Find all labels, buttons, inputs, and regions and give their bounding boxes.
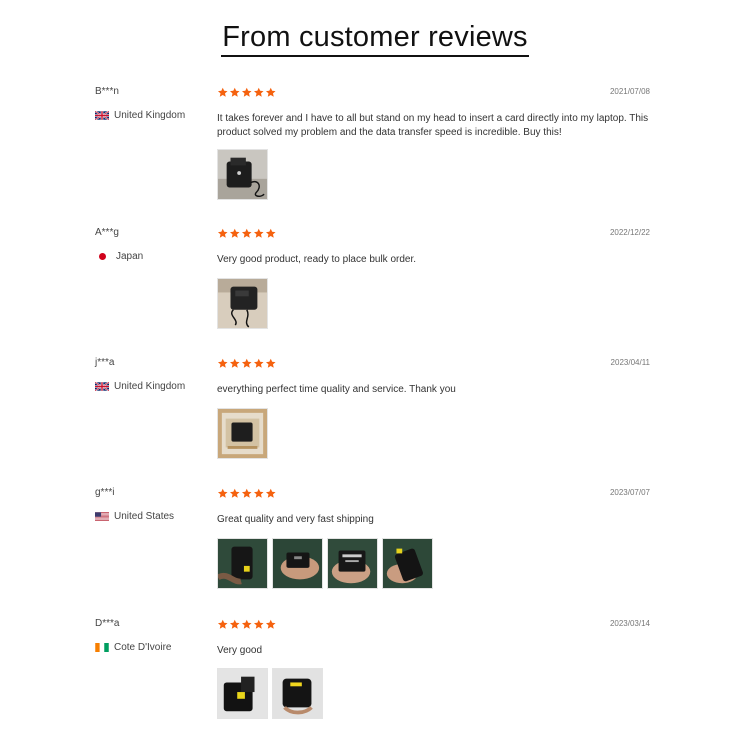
country-label: United States	[114, 511, 175, 522]
star-icon	[229, 488, 240, 498]
review-photo[interactable]	[217, 278, 268, 329]
review-date: 2023/04/11	[610, 358, 650, 367]
review-date: 2021/07/08	[609, 87, 650, 96]
star-icon	[229, 87, 240, 97]
reviewer-country: United Kingdom	[95, 110, 185, 121]
japan-flag-icon	[95, 252, 109, 261]
country-label: Cote D'Ivoire	[114, 642, 172, 653]
review-photo[interactable]	[217, 538, 268, 589]
star-rating	[217, 228, 277, 239]
review-photos	[217, 149, 272, 200]
review-photo[interactable]	[217, 149, 268, 200]
star-icon	[241, 87, 252, 97]
country-label: United Kingdom	[114, 381, 186, 392]
star-icon	[241, 619, 252, 629]
ivory-coast-flag-icon	[95, 643, 109, 652]
us-flag-icon	[95, 512, 109, 521]
star-icon	[241, 358, 252, 368]
page-title: From customer reviews	[221, 20, 529, 57]
star-rating	[217, 87, 277, 98]
review-photo[interactable]	[217, 668, 268, 719]
review-photo[interactable]	[217, 408, 268, 459]
star-icon	[265, 619, 276, 629]
star-icon	[217, 488, 228, 498]
reviewer-country: Japan	[95, 251, 143, 262]
star-icon	[241, 228, 252, 238]
review-photo[interactable]	[327, 538, 378, 589]
review-photos	[217, 668, 327, 719]
page-title-wrap: From customer reviews	[0, 20, 750, 57]
review-photo[interactable]	[272, 538, 323, 589]
star-icon	[217, 87, 228, 97]
reviewer-name: B***n	[95, 86, 119, 97]
star-icon	[217, 358, 228, 368]
star-icon	[229, 358, 240, 368]
star-icon	[265, 87, 276, 97]
review-text: everything perfect time quality and serv…	[217, 384, 456, 395]
review-text: Great quality and very fast shipping	[217, 514, 374, 525]
reviewer-name: D***a	[95, 618, 120, 629]
reviewer-country: Cote D'Ivoire	[95, 642, 172, 653]
star-icon	[217, 228, 228, 238]
star-icon	[253, 358, 264, 368]
review-date: 2022/12/22	[609, 228, 650, 237]
star-icon	[265, 228, 276, 238]
star-icon	[217, 619, 228, 629]
star-icon	[241, 488, 252, 498]
reviewer-country: United States	[95, 511, 174, 522]
star-icon	[253, 87, 264, 97]
reviewer-name: A***g	[95, 227, 119, 238]
star-icon	[253, 228, 264, 238]
star-rating	[217, 619, 277, 630]
country-label: United Kingdom	[114, 110, 186, 121]
country-label: Japan	[116, 251, 144, 262]
reviewer-name: j***a	[95, 357, 115, 368]
star-icon	[229, 619, 240, 629]
star-icon	[253, 488, 264, 498]
review-text: It takes forever and I have to all but s…	[217, 113, 649, 138]
star-rating	[217, 488, 277, 499]
reviewer-name: g***i	[95, 487, 115, 498]
review-date: 2023/07/07	[609, 488, 650, 497]
review-text: Very good	[217, 645, 263, 656]
star-icon	[265, 488, 276, 498]
review-photo[interactable]	[272, 668, 323, 719]
review-photo[interactable]	[382, 538, 433, 589]
uk-flag-icon	[95, 382, 109, 391]
star-icon	[265, 358, 276, 368]
reviewer-country: United Kingdom	[95, 381, 185, 392]
star-icon	[253, 619, 264, 629]
review-photos	[217, 408, 272, 459]
uk-flag-icon	[95, 111, 109, 120]
star-icon	[229, 228, 240, 238]
review-photos	[217, 538, 437, 589]
review-date: 2023/03/14	[609, 619, 650, 628]
star-rating	[217, 358, 277, 369]
review-photos	[217, 278, 272, 329]
review-text: Very good product, ready to place bulk o…	[217, 254, 417, 265]
